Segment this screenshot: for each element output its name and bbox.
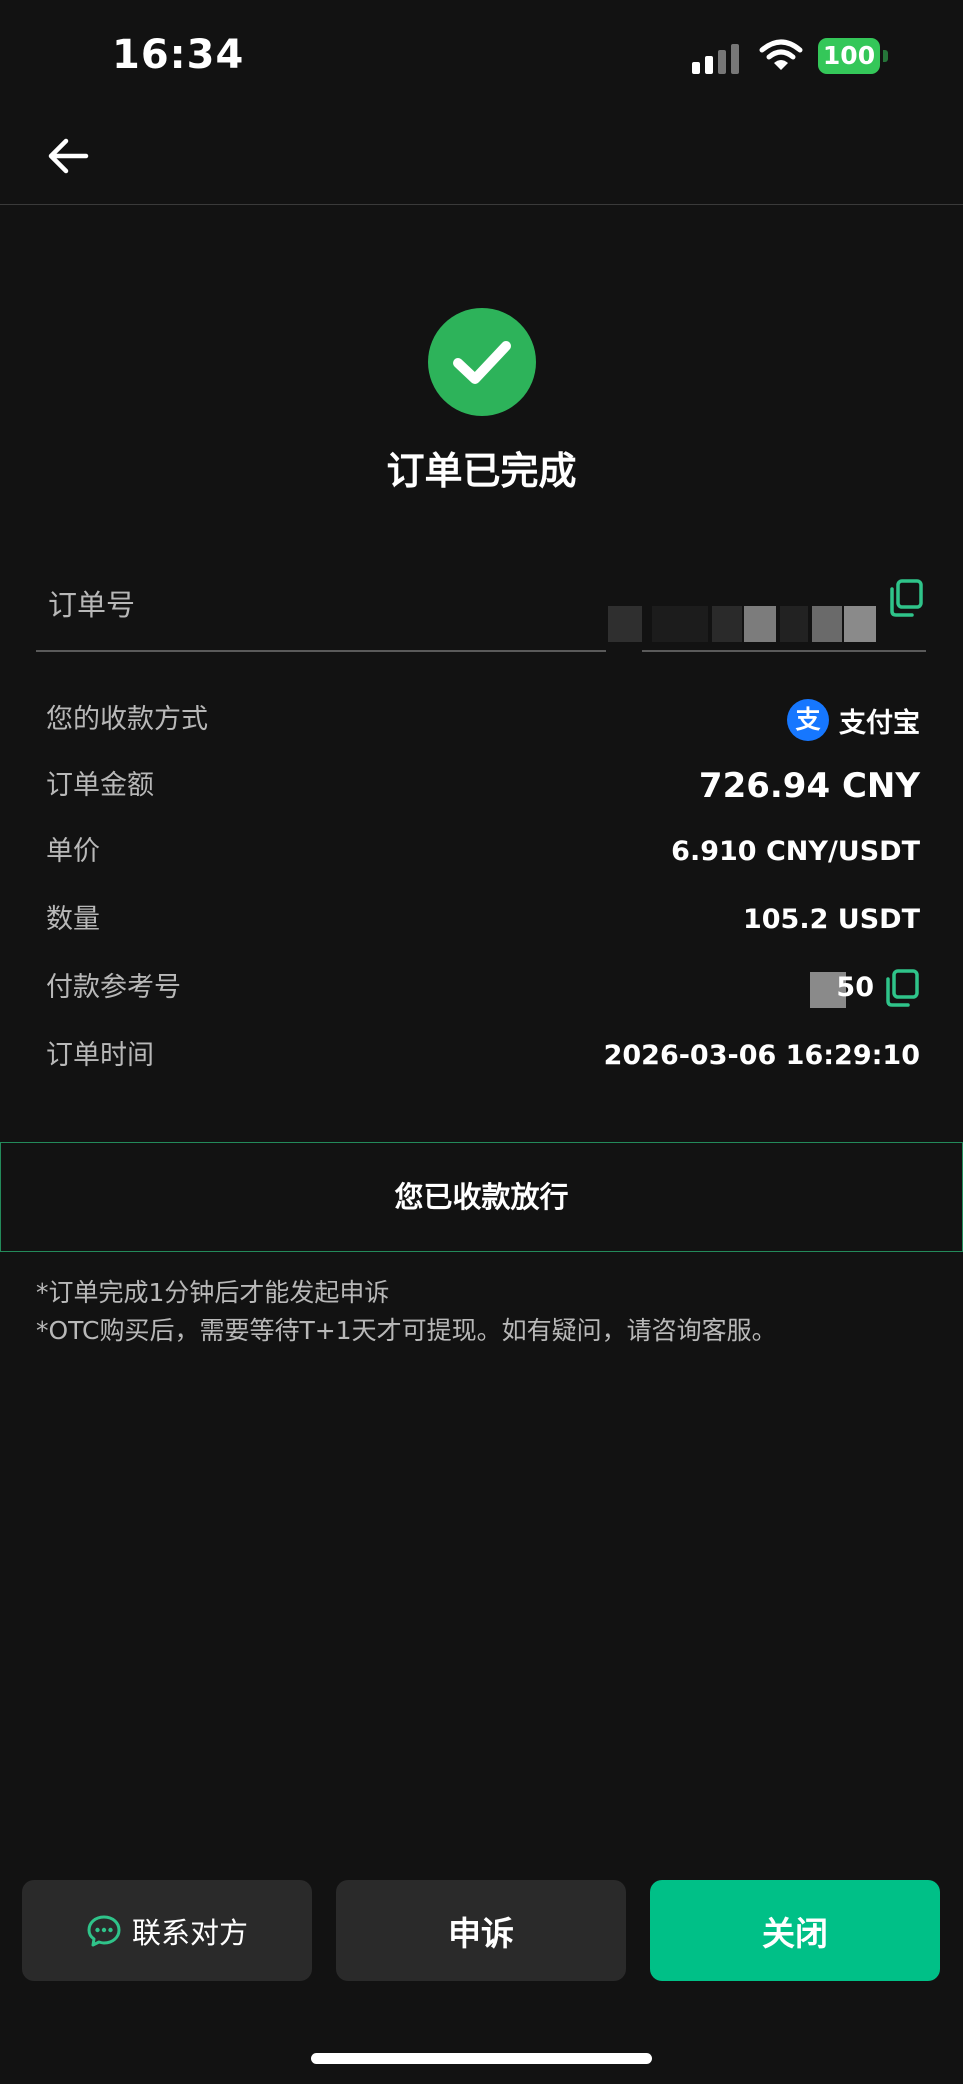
- check-circle-icon: [428, 308, 536, 416]
- redaction-mask: [744, 606, 776, 642]
- order-amount-value: 726.94 CNY: [698, 766, 920, 806]
- order-number-row: 订单号: [36, 570, 926, 652]
- status-time: 16:34: [112, 32, 245, 78]
- unit-price-row: 单价 6.910 CNY/USDT: [46, 832, 920, 872]
- wifi-icon: [759, 39, 803, 70]
- copy-icon[interactable]: [882, 968, 920, 1008]
- note-appeal-delay: *订单完成1分钟后才能发起申诉: [36, 1278, 390, 1307]
- back-arrow-icon[interactable]: [44, 132, 92, 180]
- redaction-mask: [712, 606, 742, 642]
- payment-reference-label: 付款参考号: [46, 972, 181, 1003]
- divider: [36, 650, 606, 652]
- quantity-row: 数量 105.2 USDT: [46, 900, 920, 940]
- contact-counterparty-label: 联系对方: [131, 1915, 248, 1950]
- order-amount-label: 订单金额: [46, 770, 154, 801]
- alipay-label: 支付宝: [839, 707, 920, 739]
- note-withdraw-delay: *OTC购买后，需要等待T+1天才可提现。如有疑问，请咨询客服。: [36, 1316, 777, 1345]
- unit-price-label: 单价: [46, 836, 100, 867]
- payment-reference-row: 付款参考号 50: [46, 968, 920, 1008]
- redaction-mask: [812, 606, 842, 642]
- unit-price-value: 6.910 CNY/USDT: [671, 836, 920, 867]
- home-indicator: [311, 2053, 652, 2064]
- payment-reference-value: 50: [836, 972, 874, 1003]
- release-status-banner: 您已收款放行: [0, 1142, 963, 1252]
- order-time-value: 2026-03-06 16:29:10: [603, 1040, 920, 1071]
- divider: [642, 650, 926, 652]
- redaction-mask: [844, 606, 876, 642]
- payment-method-label: 您的收款方式: [46, 704, 208, 735]
- quantity-value: 105.2 USDT: [742, 904, 920, 935]
- notes: *订单完成1分钟后才能发起申诉 *OTC购买后，需要等待T+1天才可提现。如有疑…: [36, 1274, 936, 1350]
- battery-level: 100: [818, 38, 880, 74]
- quantity-label: 数量: [46, 904, 100, 935]
- close-button[interactable]: 关闭: [650, 1880, 940, 1981]
- page-title: 订单已完成: [386, 449, 577, 493]
- payment-method-value: 支 支付宝: [787, 698, 920, 742]
- contact-counterparty-button[interactable]: 联系对方: [22, 1880, 312, 1981]
- nav-bar: [0, 110, 963, 205]
- close-label: 关闭: [762, 1913, 828, 1953]
- chat-icon: [87, 1915, 121, 1946]
- status-bar: 16:34 100: [0, 0, 963, 110]
- redaction-mask: [652, 606, 708, 642]
- alipay-icon: 支: [787, 699, 829, 741]
- order-amount-row: 订单金额 726.94 CNY: [46, 766, 920, 806]
- redaction-mask: [780, 606, 808, 642]
- battery-cap: [883, 50, 888, 62]
- order-number-label: 订单号: [48, 588, 136, 622]
- signal-icon: [692, 44, 739, 74]
- appeal-label: 申诉: [448, 1913, 514, 1953]
- order-time-label: 订单时间: [46, 1040, 154, 1071]
- payment-method-row: 您的收款方式 支 支付宝: [46, 698, 920, 742]
- copy-icon[interactable]: [886, 578, 924, 618]
- appeal-button[interactable]: 申诉: [336, 1880, 626, 1981]
- order-time-row: 订单时间 2026-03-06 16:29:10: [46, 1036, 920, 1076]
- footer-actions: 联系对方 申诉 关闭: [0, 1880, 963, 1984]
- redaction-mask: [608, 606, 642, 642]
- battery-icon: 100: [818, 38, 888, 74]
